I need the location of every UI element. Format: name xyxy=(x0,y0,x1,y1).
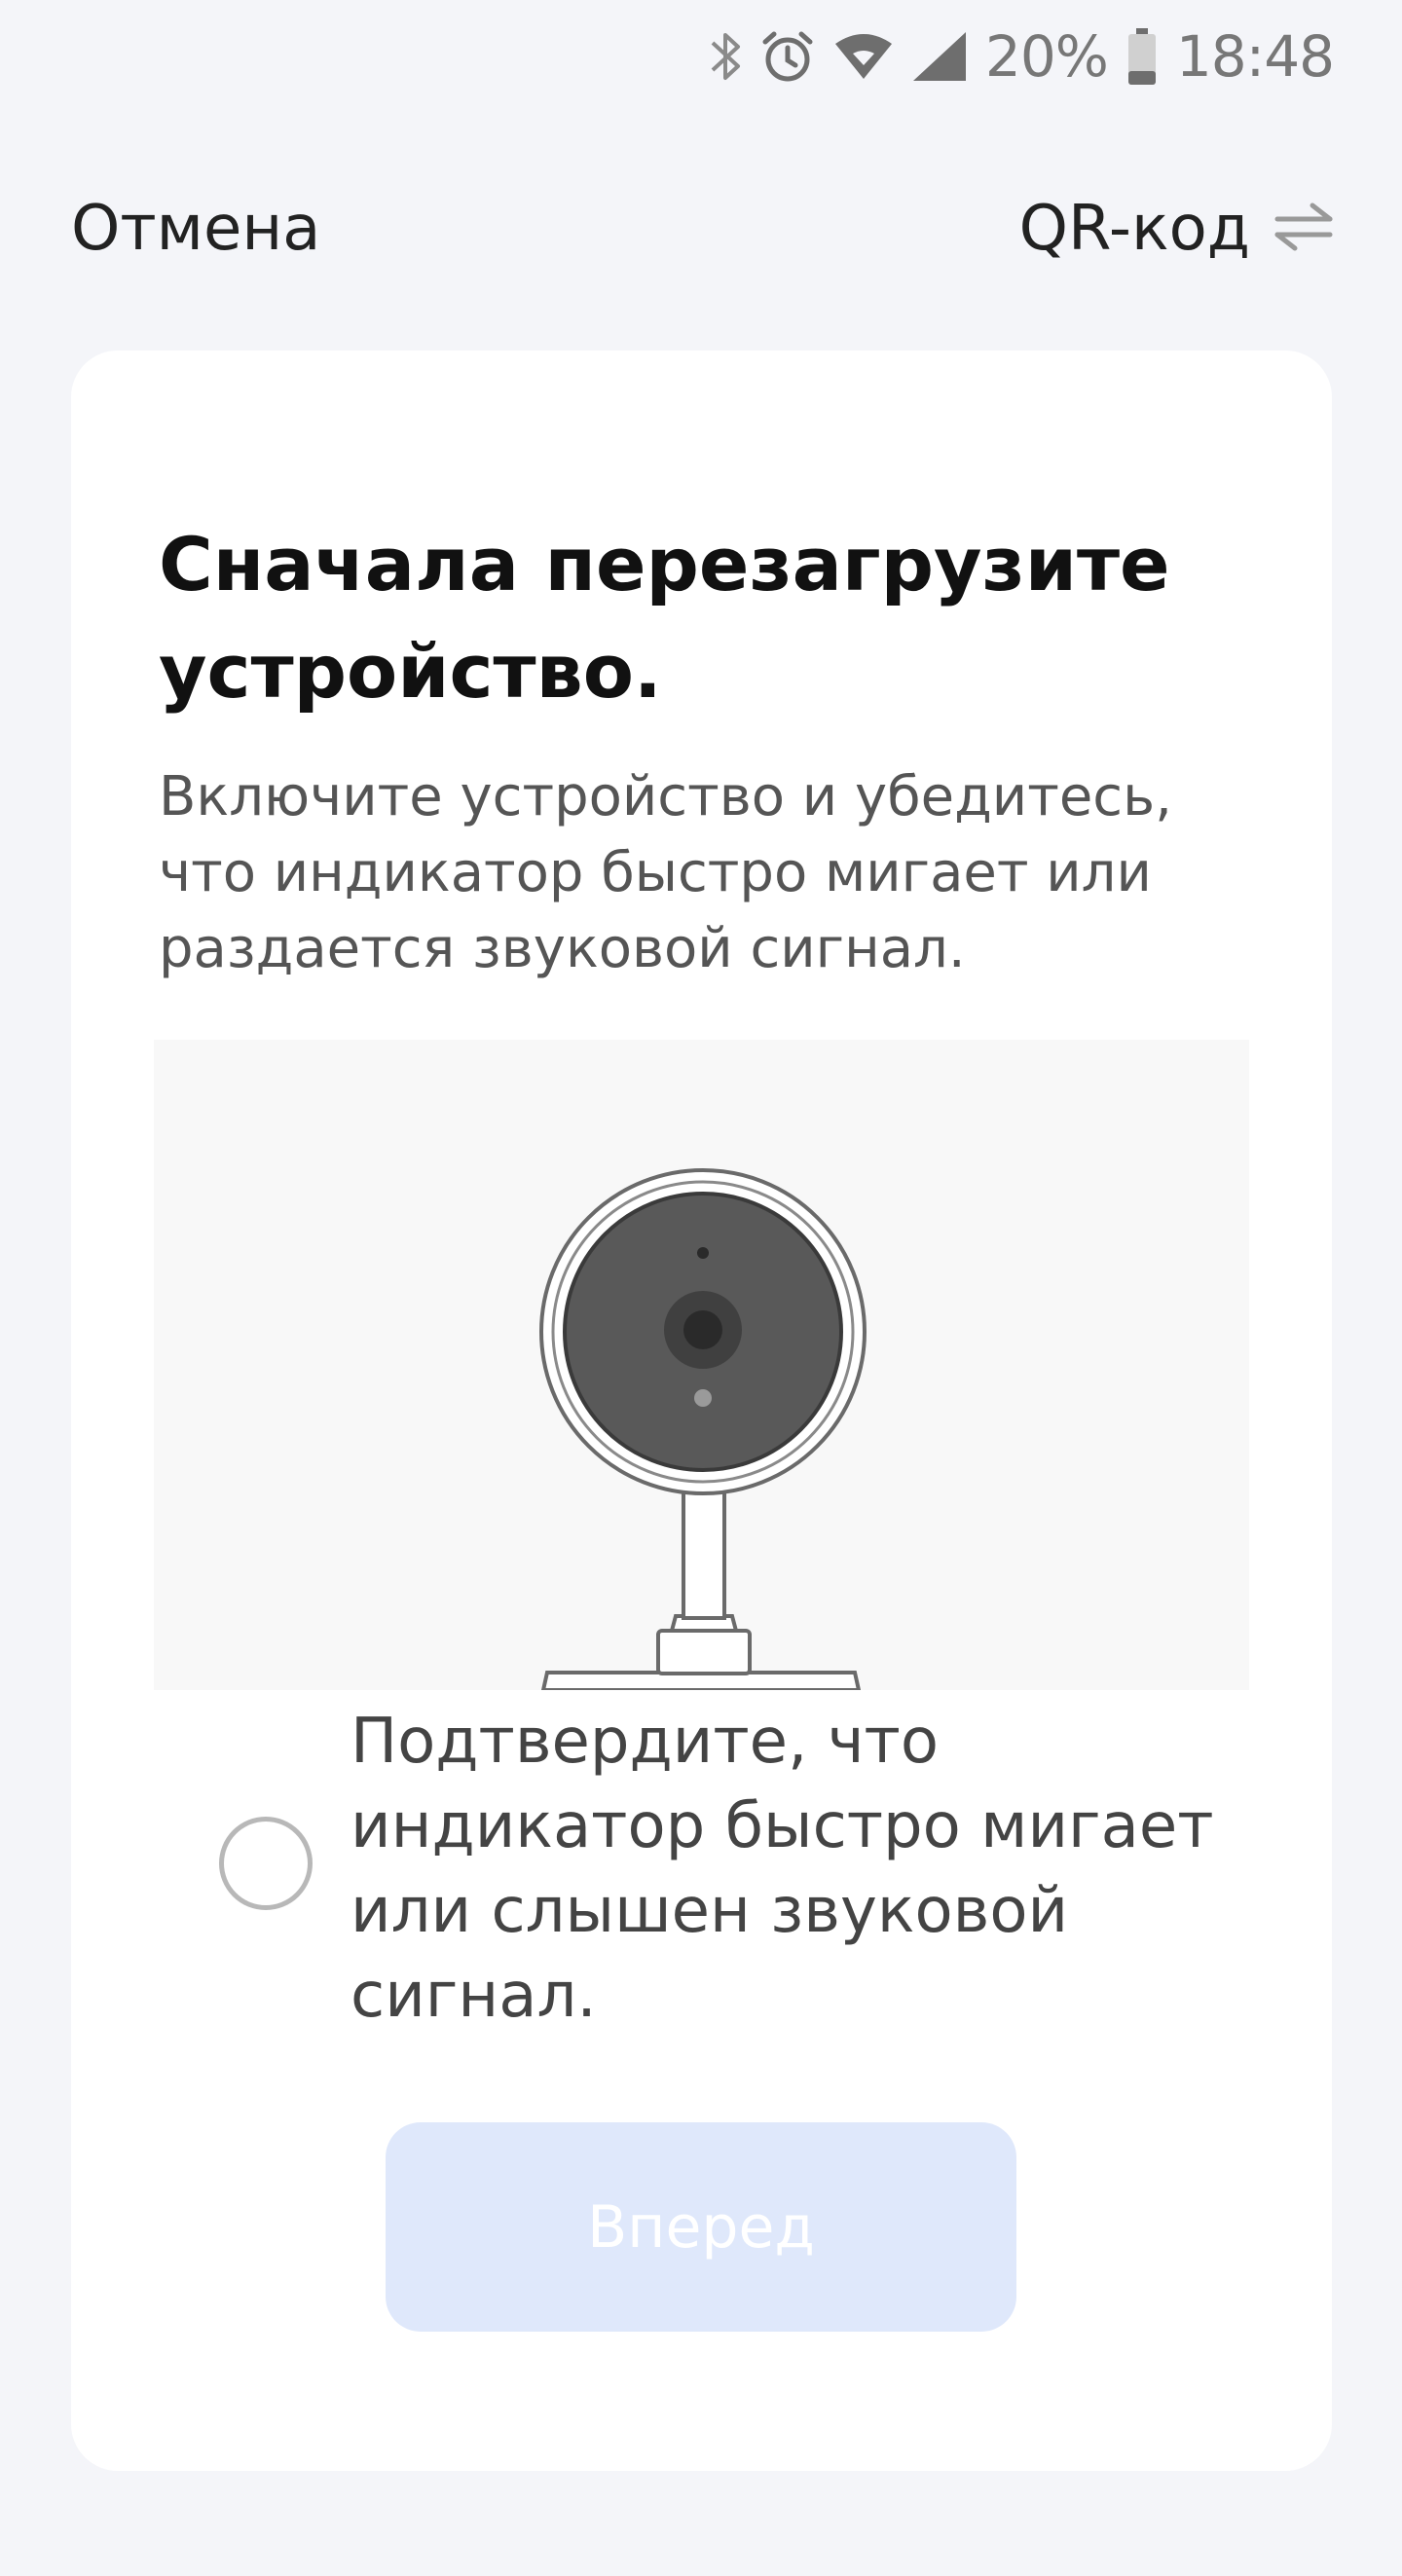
alarm-icon xyxy=(759,28,816,85)
cell-signal-icon xyxy=(911,30,968,83)
top-nav: Отмена QR-код xyxy=(0,180,1402,277)
bluetooth-icon xyxy=(709,27,742,86)
confirm-label: Подтвердите, что индикатор быстро мигает… xyxy=(350,1706,1214,2032)
confirm-row[interactable]: Подтвердите, что индикатор быстро мигает… xyxy=(159,1690,1249,2032)
page-title: Сначала перезагрузите устройство. xyxy=(159,521,1170,715)
status-icons: 20% 18:48 xyxy=(709,18,1335,95)
battery-percent: 20% xyxy=(984,23,1109,90)
battery-icon xyxy=(1125,26,1159,87)
instruction-description: Включите устройство и убедитесь, что инд… xyxy=(159,765,1172,980)
next-button[interactable]: Вперед xyxy=(386,2122,1016,2332)
camera-illustration xyxy=(154,1040,1249,1690)
confirm-radio[interactable] xyxy=(219,1817,313,1910)
instruction-card: Сначала перезагрузите устройство. Включи… xyxy=(71,350,1332,2471)
clock: 18:48 xyxy=(1175,23,1335,90)
status-bar: 20% 18:48 xyxy=(0,0,1402,112)
cancel-button[interactable]: Отмена xyxy=(71,180,320,277)
switch-arrows-icon xyxy=(1273,202,1334,257)
qr-code-label: QR-код xyxy=(1018,193,1250,265)
qr-code-switch-button[interactable]: QR-код xyxy=(1019,180,1334,277)
wifi-icon xyxy=(833,32,894,81)
